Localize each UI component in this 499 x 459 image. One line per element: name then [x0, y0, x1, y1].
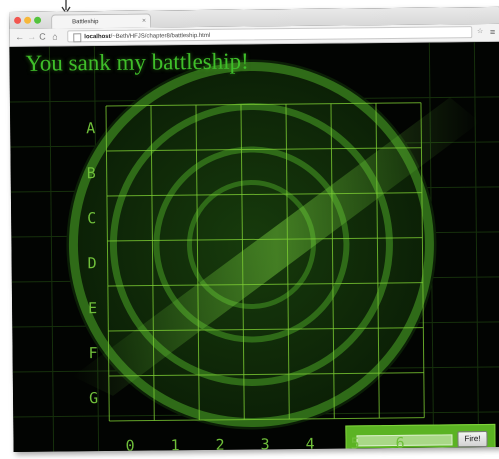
grid-cell[interactable]: [288, 329, 333, 374]
grid-cell[interactable]: [243, 284, 288, 329]
grid-cell[interactable]: [153, 285, 198, 330]
grid-cell[interactable]: [286, 104, 331, 149]
fire-button[interactable]: Fire!: [457, 431, 488, 448]
grid-cell[interactable]: [154, 375, 199, 420]
grid-cell[interactable]: [198, 285, 243, 330]
row-label-b: B: [86, 164, 96, 183]
grid-cell[interactable]: [377, 238, 422, 283]
game-board-area: You sank my battleship! Fire! ABCDEFG012…: [9, 41, 499, 452]
grid-cell[interactable]: [333, 328, 378, 373]
grid-cell[interactable]: [152, 240, 197, 285]
grid-cell[interactable]: [106, 151, 151, 196]
forward-arrow-icon[interactable]: →: [27, 31, 36, 43]
grid-cell[interactable]: [106, 106, 151, 151]
column-label-0: 0: [125, 436, 135, 452]
grid-cell[interactable]: [197, 195, 242, 240]
url-host: localhost: [84, 33, 111, 41]
page-icon: [73, 33, 82, 43]
grid-cell[interactable]: [379, 373, 424, 418]
grid-cell[interactable]: [378, 328, 423, 373]
grid-cell[interactable]: [153, 330, 198, 375]
column-label-5: 5: [350, 434, 360, 452]
grid-cell[interactable]: [198, 330, 243, 375]
menu-icon[interactable]: ≡: [490, 26, 495, 38]
grid-cell[interactable]: [287, 194, 332, 239]
grid-cell[interactable]: [242, 239, 287, 284]
grid-cell[interactable]: [196, 105, 241, 150]
browser-window: Battleship × ← → C ⌂ localhost/~Beth/HFJ…: [9, 6, 499, 452]
grid-cell[interactable]: [378, 283, 423, 328]
grid-cell[interactable]: [331, 103, 376, 148]
grid-cell[interactable]: [108, 331, 153, 376]
grid-cell[interactable]: [376, 103, 421, 148]
grid-cell[interactable]: [196, 150, 241, 195]
back-arrow-icon[interactable]: ←: [15, 31, 24, 43]
bookmark-star-icon[interactable]: ☆: [477, 26, 483, 38]
grid-cell[interactable]: [377, 193, 422, 238]
home-icon[interactable]: ⌂: [52, 30, 58, 42]
column-label-2: 2: [215, 435, 225, 452]
grid-cell[interactable]: [107, 196, 152, 241]
grid-cell[interactable]: [333, 283, 378, 328]
grid-cell[interactable]: [199, 375, 244, 420]
grid-cell[interactable]: [288, 284, 333, 329]
url-path: /~Beth/HFJS/chapter8/battleship.html: [110, 32, 211, 40]
maximize-window-icon[interactable]: [34, 16, 42, 24]
grid-cell[interactable]: [287, 239, 332, 284]
grid-cell[interactable]: [109, 376, 154, 421]
row-label-f: F: [88, 344, 98, 363]
grid-cell[interactable]: [334, 373, 379, 418]
grid-cell[interactable]: [151, 105, 196, 150]
grid-cell[interactable]: [286, 149, 331, 194]
grid-cell[interactable]: [241, 104, 286, 149]
fire-form: Fire!: [345, 423, 496, 452]
grid-cell[interactable]: [197, 240, 242, 285]
row-label-c: C: [87, 209, 97, 228]
grid-cell[interactable]: [244, 374, 289, 419]
column-label-1: 1: [170, 436, 180, 452]
grid-cell[interactable]: [241, 149, 286, 194]
close-window-icon[interactable]: [14, 16, 22, 24]
tab-title: Battleship: [72, 19, 99, 26]
row-label-g: G: [88, 389, 99, 408]
grid-cell[interactable]: [152, 195, 197, 240]
row-label-a: A: [86, 119, 96, 138]
grid-cell[interactable]: [243, 329, 288, 374]
url-field[interactable]: localhost/~Beth/HFJS/chapter8/battleship…: [67, 26, 473, 43]
grid-cell[interactable]: [331, 148, 376, 193]
grid-cell[interactable]: [332, 193, 377, 238]
tab-close-icon[interactable]: ×: [142, 15, 146, 29]
row-label-d: D: [87, 254, 97, 273]
column-label-6: 6: [395, 433, 405, 452]
grid-cell[interactable]: [376, 148, 421, 193]
column-label-3: 3: [260, 435, 270, 452]
minimize-window-icon[interactable]: [24, 16, 32, 24]
grid-cell[interactable]: [151, 150, 196, 195]
grid-cell[interactable]: [107, 241, 152, 286]
grid-cell[interactable]: [242, 194, 287, 239]
grid-cell[interactable]: [289, 374, 334, 419]
grid-cell[interactable]: [108, 286, 153, 331]
reload-icon[interactable]: C: [39, 31, 46, 43]
tab-battleship[interactable]: Battleship ×: [51, 13, 152, 29]
row-label-e: E: [88, 299, 98, 318]
game-grid: [105, 102, 425, 422]
grid-cell[interactable]: [332, 238, 377, 283]
column-label-4: 4: [305, 434, 315, 452]
